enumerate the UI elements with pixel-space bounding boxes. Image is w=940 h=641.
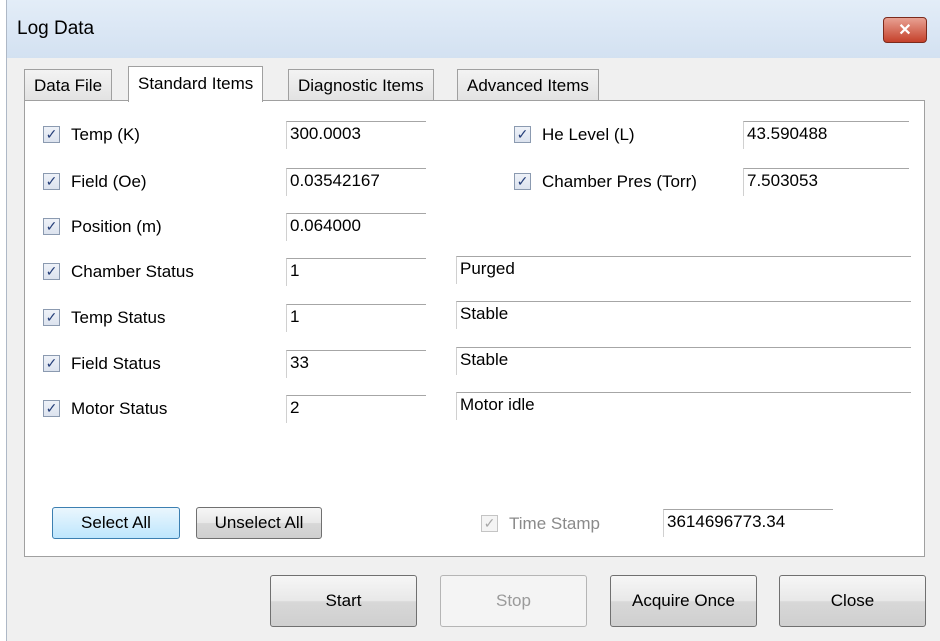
field-status-text: Stable bbox=[456, 347, 911, 375]
chamber-pres-value: 7.503053 bbox=[743, 168, 909, 196]
motor-status-value: 2 bbox=[286, 395, 426, 423]
checkmark-icon: ✓ bbox=[45, 309, 58, 325]
field-status-value: 33 bbox=[286, 350, 426, 378]
motor-status-text-value: Motor idle bbox=[460, 395, 535, 414]
time-stamp-checkbox: ✓ bbox=[481, 515, 498, 532]
unselect-all-button[interactable]: Unselect All bbox=[196, 507, 322, 539]
time-stamp-value-text: 3614696773.34 bbox=[667, 512, 786, 531]
select-all-label: Select All bbox=[81, 513, 151, 532]
log-data-window: Log Data ✕ Data File Standard Items Diag… bbox=[6, 0, 940, 641]
temp-value: 300.0003 bbox=[286, 121, 426, 149]
tab-label: Standard Items bbox=[138, 74, 254, 93]
acquire-once-label: Acquire Once bbox=[632, 591, 735, 610]
close-icon: ✕ bbox=[898, 22, 912, 39]
motor-status-text: Motor idle bbox=[456, 392, 911, 420]
chamber-status-label: Chamber Status bbox=[71, 262, 194, 281]
motor-status-checkbox[interactable]: ✓ bbox=[43, 400, 60, 417]
chamber-status-checkbox[interactable]: ✓ bbox=[43, 263, 60, 280]
checkmark-icon: ✓ bbox=[516, 126, 529, 142]
temp-label: Temp (K) bbox=[71, 125, 140, 144]
chamber-pres-checkbox[interactable]: ✓ bbox=[514, 173, 531, 190]
acquire-once-button[interactable]: Acquire Once bbox=[610, 575, 757, 627]
motor-status-label: Motor Status bbox=[71, 399, 168, 418]
chamber-status-value-text: 1 bbox=[290, 261, 300, 280]
chamber-status-value: 1 bbox=[286, 258, 426, 286]
field-status-value-text: 33 bbox=[290, 353, 309, 372]
temp-value-text: 300.0003 bbox=[290, 124, 361, 143]
time-stamp-label: Time Stamp bbox=[509, 514, 601, 533]
he-level-value: 43.590488 bbox=[743, 121, 909, 149]
field-status-checkbox[interactable]: ✓ bbox=[43, 355, 60, 372]
temp-checkbox[interactable]: ✓ bbox=[43, 126, 60, 143]
temp-status-text: Stable bbox=[456, 301, 911, 329]
window-title: Log Data bbox=[17, 18, 95, 39]
tab-label: Diagnostic Items bbox=[298, 76, 424, 95]
position-value-text: 0.064000 bbox=[290, 216, 361, 235]
start-button[interactable]: Start bbox=[270, 575, 417, 627]
select-all-button[interactable]: Select All bbox=[52, 507, 180, 539]
temp-status-label: Temp Status bbox=[71, 308, 166, 327]
position-checkbox[interactable]: ✓ bbox=[43, 218, 60, 235]
checkmark-icon: ✓ bbox=[45, 400, 58, 416]
temp-status-value-text: 1 bbox=[290, 307, 300, 326]
field-status-label: Field Status bbox=[71, 354, 161, 373]
position-value: 0.064000 bbox=[286, 213, 426, 241]
chamber-status-text-value: Purged bbox=[460, 259, 515, 278]
tab-data-file[interactable]: Data File bbox=[24, 69, 113, 101]
he-level-value-text: 43.590488 bbox=[747, 124, 828, 143]
standard-items-panel: ✓ Temp (K) 300.0003 ✓ He Level (L) 43.59… bbox=[24, 100, 925, 557]
unselect-all-label: Unselect All bbox=[214, 513, 304, 532]
title-bar[interactable]: Log Data ✕ bbox=[7, 0, 940, 58]
checkmark-icon: ✓ bbox=[483, 515, 496, 531]
chamber-pres-label: Chamber Pres (Torr) bbox=[542, 172, 697, 191]
checkmark-icon: ✓ bbox=[45, 218, 58, 234]
tab-label: Data File bbox=[34, 76, 103, 95]
field-status-text-value: Stable bbox=[460, 350, 509, 369]
start-label: Start bbox=[325, 591, 362, 610]
temp-status-value: 1 bbox=[286, 304, 426, 332]
window-close-button[interactable]: ✕ bbox=[883, 17, 927, 43]
tab-diagnostic-items[interactable]: Diagnostic Items bbox=[288, 69, 434, 101]
motor-status-value-text: 2 bbox=[290, 398, 300, 417]
stop-label: Stop bbox=[496, 591, 531, 610]
chamber-pres-value-text: 7.503053 bbox=[747, 171, 818, 190]
checkmark-icon: ✓ bbox=[45, 126, 58, 142]
chamber-status-text: Purged bbox=[456, 256, 911, 284]
he-level-label: He Level (L) bbox=[542, 125, 635, 144]
checkmark-icon: ✓ bbox=[45, 173, 58, 189]
stop-button[interactable]: Stop bbox=[440, 575, 587, 627]
checkmark-icon: ✓ bbox=[45, 355, 58, 371]
field-checkbox[interactable]: ✓ bbox=[43, 173, 60, 190]
field-value: 0.03542167 bbox=[286, 168, 426, 196]
checkmark-icon: ✓ bbox=[516, 173, 529, 189]
he-level-checkbox[interactable]: ✓ bbox=[514, 126, 531, 143]
close-button[interactable]: Close bbox=[779, 575, 926, 627]
field-value-text: 0.03542167 bbox=[290, 171, 380, 190]
tab-standard-items[interactable]: Standard Items bbox=[128, 66, 264, 102]
field-label: Field (Oe) bbox=[71, 172, 147, 191]
tab-label: Advanced Items bbox=[467, 76, 589, 95]
time-stamp-value: 3614696773.34 bbox=[663, 509, 833, 537]
checkmark-icon: ✓ bbox=[45, 263, 58, 279]
position-label: Position (m) bbox=[71, 217, 162, 236]
temp-status-checkbox[interactable]: ✓ bbox=[43, 309, 60, 326]
close-label: Close bbox=[830, 591, 875, 610]
tab-advanced-items[interactable]: Advanced Items bbox=[457, 69, 599, 101]
temp-status-text-value: Stable bbox=[460, 304, 509, 323]
